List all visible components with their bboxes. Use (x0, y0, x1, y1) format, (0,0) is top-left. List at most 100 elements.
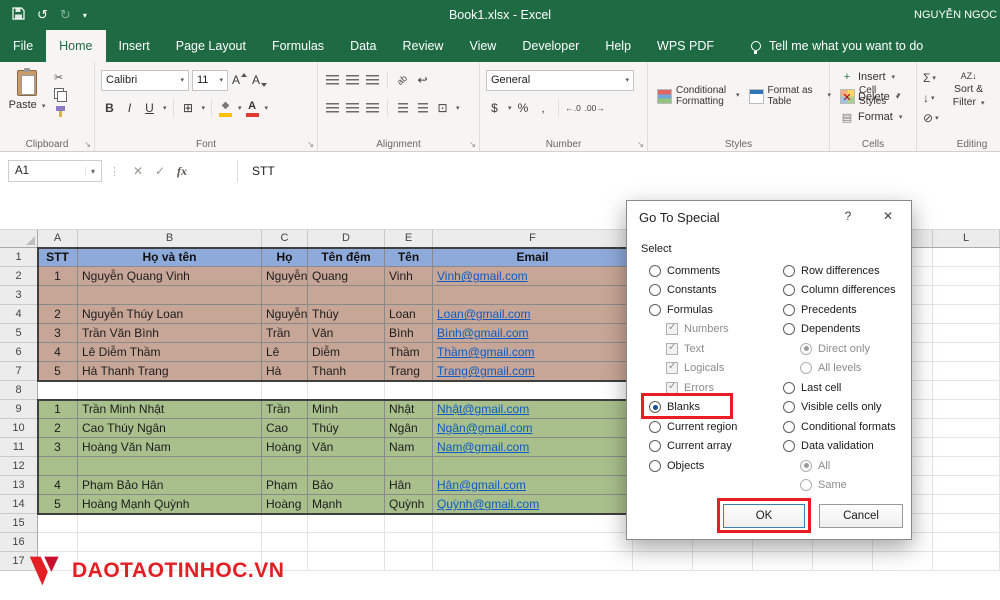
cell-d16[interactable] (308, 533, 385, 552)
row-header-9[interactable]: 9 (0, 400, 38, 419)
cancel-button[interactable]: Cancel (819, 504, 903, 528)
tell-me-box[interactable]: Tell me what you want to do (751, 30, 923, 62)
decrease-decimal-icon[interactable]: .00→ (585, 98, 605, 118)
cell-f13[interactable]: Hân@gmail.com (433, 476, 633, 495)
cell-l10[interactable] (933, 419, 1000, 438)
column-header-f[interactable]: F (433, 230, 633, 248)
cell-d13[interactable]: Bảo (308, 476, 385, 495)
cell-f9[interactable]: Nhật@gmail.com (433, 400, 633, 419)
cell-a10[interactable]: 2 (38, 419, 78, 438)
cell-d2[interactable]: Quang (308, 267, 385, 286)
option-same[interactable]: Same (800, 476, 896, 496)
cancel-entry-icon[interactable]: ✕ (127, 164, 149, 178)
email-link[interactable]: Vinh@gmail.com (437, 269, 528, 283)
cells-button-delete[interactable]: ✕Delete▾ (836, 88, 912, 106)
option-formulas[interactable]: Formulas (649, 300, 737, 320)
cell-c3[interactable] (262, 286, 308, 305)
increase-indent-icon[interactable] (414, 98, 431, 118)
dialog-titlebar[interactable]: Go To Special ? ✕ (627, 201, 911, 233)
chevron-down-icon[interactable]: ▾ (508, 104, 512, 112)
cell-a2[interactable]: 1 (38, 267, 78, 286)
option-direct-only[interactable]: Direct only (800, 339, 896, 359)
close-icon[interactable]: ✕ (871, 201, 905, 231)
cell-c10[interactable]: Cao (262, 419, 308, 438)
fill-button[interactable]: ↓▾ (923, 90, 939, 106)
cell-l9[interactable] (933, 400, 1000, 419)
radio-comments[interactable] (649, 265, 661, 277)
cell-f15[interactable] (433, 514, 633, 533)
cell-e13[interactable]: Hân (385, 476, 433, 495)
undo-icon[interactable]: ↺ (37, 7, 48, 23)
tab-wps-pdf[interactable]: WPS PDF (644, 30, 727, 62)
cell-d6[interactable]: Diễm (308, 343, 385, 362)
cell-e4[interactable]: Loan (385, 305, 433, 324)
radio-row-differences[interactable] (783, 265, 795, 277)
cell-d9[interactable]: Minh (308, 400, 385, 419)
tab-formulas[interactable]: Formulas (259, 30, 337, 62)
formula-bar-handle-icon[interactable]: ⋮ (109, 165, 120, 178)
format-painter-icon[interactable] (54, 105, 67, 118)
merge-center-icon[interactable]: ⊡ (434, 98, 451, 118)
email-link[interactable]: Bình@gmail.com (437, 326, 529, 340)
cell-e8[interactable] (385, 381, 433, 400)
cell-a1[interactable]: STT (38, 248, 78, 267)
chevron-down-icon[interactable]: ▾ (202, 104, 206, 112)
cell-f14[interactable]: Quỳnh@gmail.com (433, 495, 633, 514)
column-header-d[interactable]: D (308, 230, 385, 248)
cell-e16[interactable] (385, 533, 433, 552)
cell-c8[interactable] (262, 381, 308, 400)
option-dependents[interactable]: Dependents (783, 320, 896, 340)
row-header-14[interactable]: 14 (0, 495, 38, 514)
cell-l7[interactable] (933, 362, 1000, 381)
cell-f8[interactable] (433, 381, 633, 400)
radio-precedents[interactable] (783, 304, 795, 316)
checkbox-text[interactable] (666, 343, 678, 355)
cells-button-insert[interactable]: +Insert▾ (836, 68, 912, 86)
cell-f12[interactable] (433, 457, 633, 476)
confirm-entry-icon[interactable]: ✓ (149, 164, 171, 178)
option-all[interactable]: All (800, 456, 896, 476)
cell-f10[interactable]: Ngân@gmail.com (433, 419, 633, 438)
radio-data-validation[interactable] (783, 440, 795, 452)
row-header-1[interactable]: 1 (0, 248, 38, 267)
radio-blanks[interactable] (649, 401, 661, 413)
option-current-array[interactable]: Current array (649, 437, 737, 457)
row-header-12[interactable]: 12 (0, 457, 38, 476)
cell-j17[interactable] (813, 552, 873, 571)
cell-c12[interactable] (262, 457, 308, 476)
cell-b5[interactable]: Trần Văn Bình (78, 324, 262, 343)
email-link[interactable]: Thầm@gmail.com (437, 345, 535, 359)
ok-button[interactable]: OK (723, 504, 805, 528)
radio-constants[interactable] (649, 284, 661, 296)
font-color-icon[interactable]: A (245, 100, 260, 117)
percent-style-icon[interactable]: % (515, 98, 532, 118)
radio-current-array[interactable] (649, 440, 661, 452)
italic-button[interactable]: I (121, 98, 138, 118)
cell-b14[interactable]: Hoàng Mạnh Quỳnh (78, 495, 262, 514)
cell-c15[interactable] (262, 514, 308, 533)
email-link[interactable]: Ngân@gmail.com (437, 421, 533, 435)
align-middle-icon[interactable] (344, 70, 361, 90)
column-header-e[interactable]: E (385, 230, 433, 248)
tab-data[interactable]: Data (337, 30, 389, 62)
decrease-indent-icon[interactable] (394, 98, 411, 118)
number-format-combo[interactable]: General ▾ (486, 70, 634, 91)
cell-a8[interactable] (38, 381, 78, 400)
cell-c2[interactable]: Nguyễn (262, 267, 308, 286)
row-header-2[interactable]: 2 (0, 267, 38, 286)
redo-icon[interactable]: ↻ (60, 7, 71, 23)
cell-b6[interactable]: Lê Diễm Thầm (78, 343, 262, 362)
option-blanks[interactable]: Blanks (649, 398, 737, 418)
cell-l3[interactable] (933, 286, 1000, 305)
cell-b15[interactable] (78, 514, 262, 533)
cell-d15[interactable] (308, 514, 385, 533)
cell-a14[interactable]: 5 (38, 495, 78, 514)
email-link[interactable]: Nhật@gmail.com (437, 402, 529, 416)
cell-a7[interactable]: 5 (38, 362, 78, 381)
cell-d17[interactable] (308, 552, 385, 571)
cell-a15[interactable] (38, 514, 78, 533)
cell-l16[interactable] (933, 533, 1000, 552)
cell-d1[interactable]: Tên đệm (308, 248, 385, 267)
cell-l8[interactable] (933, 381, 1000, 400)
cell-a4[interactable]: 2 (38, 305, 78, 324)
